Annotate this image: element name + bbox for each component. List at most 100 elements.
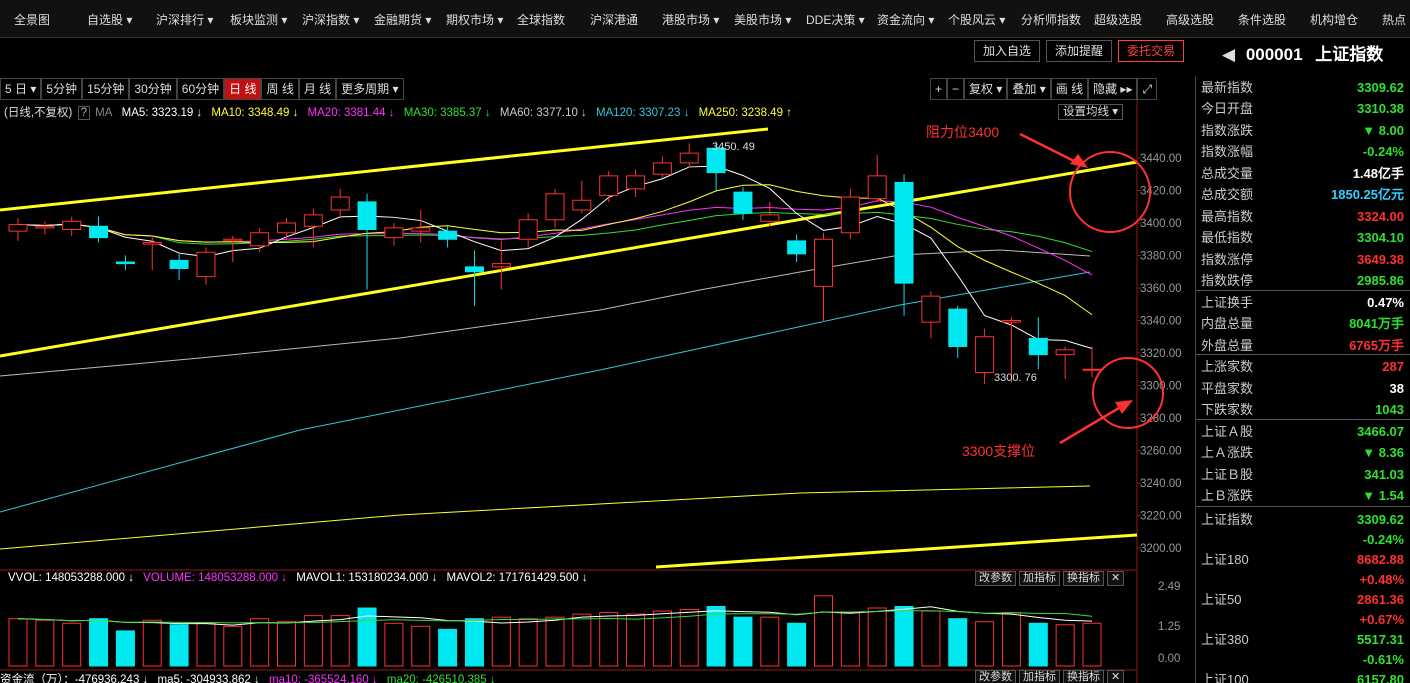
period-tab-7[interactable]: 月 线 bbox=[298, 78, 337, 100]
nav-item-8[interactable]: 沪深港通 bbox=[590, 11, 638, 28]
candle-body bbox=[464, 266, 484, 273]
index-row[interactable]: 上证100 6157.80 bbox=[1199, 669, 1404, 683]
flow-btns-btn-1[interactable]: 加指标 bbox=[1019, 670, 1060, 683]
volume-bar bbox=[1055, 624, 1075, 667]
flow-btns-btn-2[interactable]: 换指标 bbox=[1063, 670, 1104, 683]
nav-item-14[interactable]: 分析师指数 bbox=[1021, 11, 1081, 28]
chart-tool-4[interactable]: 画 线 bbox=[1050, 78, 1089, 100]
support-arrow bbox=[1059, 403, 1125, 445]
period-tab-1[interactable]: 5分钟 bbox=[41, 78, 83, 100]
quote-row: 总成交量 1.48亿手 bbox=[1199, 163, 1404, 184]
nav-item-2[interactable]: 沪深排行 ▾ bbox=[156, 11, 213, 28]
chart-tool-1[interactable]: − bbox=[947, 78, 965, 100]
volume-bar bbox=[545, 616, 565, 667]
flow-btns-btn-3[interactable]: ✕ bbox=[1107, 670, 1125, 683]
chart-tool-6[interactable]: ⤢ bbox=[1137, 78, 1158, 100]
add-alert-button[interactable]: 添加提醒 bbox=[1046, 40, 1113, 62]
volume-bar bbox=[384, 622, 404, 667]
period-tab-5[interactable]: 日 线 bbox=[224, 78, 262, 100]
price-tick-label: 3360.00 bbox=[1140, 283, 1182, 295]
quote-value: 287 bbox=[1382, 359, 1404, 374]
period-tab-3[interactable]: 30分钟 bbox=[129, 78, 177, 100]
candle-body bbox=[115, 261, 135, 265]
period-tab-6[interactable]: 周 线 bbox=[261, 78, 299, 100]
period-tab-8[interactable]: 更多周期 ▾ bbox=[336, 78, 404, 100]
volume-bar bbox=[626, 613, 646, 667]
flow-label: 资金流（万）：-476936.243 ↓ bbox=[0, 674, 149, 683]
quote-panel: 最新指数 3309.62 今日开盘 3310.38 指数涨跌 ▼ 8.00 指数涨幅 -0.2… bbox=[1195, 76, 1410, 683]
index-change: +0.48% bbox=[1359, 572, 1404, 587]
upper-trend-line bbox=[0, 127, 769, 212]
volume-bar bbox=[733, 616, 753, 667]
candle-body bbox=[223, 238, 243, 242]
vol-btns-btn-2[interactable]: 换指标 bbox=[1063, 571, 1104, 586]
back-arrow-icon[interactable]: ◀ bbox=[1222, 45, 1235, 64]
volume-legend: VVOL: 148053288.000 ↓ VOLUME: 148053288.… bbox=[8, 572, 594, 584]
quote-row: 内盘总量 8041万手 bbox=[1199, 313, 1404, 334]
chart-tool-0[interactable]: + bbox=[930, 78, 948, 100]
panel-divider bbox=[1196, 354, 1410, 355]
nav-item-18[interactable]: 机构增仓 bbox=[1310, 11, 1358, 28]
volume-tick-label: 0.00 bbox=[1158, 653, 1180, 665]
flow-ma5-label: ma5: -304933.862 ↓ bbox=[157, 674, 260, 683]
volume-tick-label: 2.49 bbox=[1158, 581, 1180, 593]
nav-item-4[interactable]: 沪深指数 ▾ bbox=[302, 11, 359, 28]
index-row[interactable]: 上证50 2861.36 bbox=[1199, 589, 1404, 610]
period-tab-0[interactable]: 5 日 ▾ bbox=[0, 78, 42, 100]
quote-label: 指数涨停 bbox=[1201, 252, 1254, 267]
candle-body bbox=[975, 336, 995, 373]
nav-item-0[interactable]: 全景图 bbox=[14, 11, 50, 28]
volume-bar bbox=[894, 605, 914, 667]
nav-item-3[interactable]: 板块监测 ▾ bbox=[230, 11, 287, 28]
nav-item-13[interactable]: 个股风云 ▾ bbox=[948, 11, 1005, 28]
nav-item-7[interactable]: 全球指数 bbox=[517, 11, 565, 28]
chart-tool-3[interactable]: 叠加 ▾ bbox=[1007, 78, 1051, 100]
index-name: 上证50 bbox=[1201, 592, 1242, 607]
volume-bar bbox=[464, 618, 484, 667]
chart-tool-2[interactable]: 复权 ▾ bbox=[964, 78, 1008, 100]
capital-flow-legend: 资金流（万）：-476936.243 ↓ ma5: -304933.862 ↓ … bbox=[0, 671, 502, 683]
nav-item-16[interactable]: 高级选股 bbox=[1166, 11, 1214, 28]
vol-btns-btn-1[interactable]: 加指标 bbox=[1019, 571, 1060, 586]
quote-label: 总成交量 bbox=[1201, 166, 1254, 181]
ma250-line bbox=[0, 485, 1091, 550]
volume-bar bbox=[787, 622, 807, 667]
nav-item-17[interactable]: 条件选股 bbox=[1238, 11, 1286, 28]
volume-bar bbox=[330, 615, 350, 667]
quote-value: -0.24% bbox=[1362, 144, 1404, 159]
nav-item-11[interactable]: DDE决策 ▾ bbox=[806, 11, 865, 28]
quote-label: 上证Ａ股 bbox=[1201, 424, 1254, 439]
volume-bar bbox=[411, 625, 431, 667]
trade-button[interactable]: 委托交易 bbox=[1118, 40, 1185, 62]
chart-tool-5[interactable]: 隐藏 ▸▸ bbox=[1088, 78, 1138, 100]
index-row[interactable]: 上证180 8682.88 bbox=[1199, 549, 1404, 570]
nav-item-9[interactable]: 港股市场 ▾ bbox=[662, 11, 719, 28]
quote-label: 上Ａ涨跌 bbox=[1201, 445, 1254, 460]
nav-item-6[interactable]: 期权市场 ▾ bbox=[446, 11, 503, 28]
nav-item-19[interactable]: 热点 bbox=[1382, 11, 1406, 28]
index-name: 上证100 bbox=[1201, 672, 1249, 683]
flow-btns-btn-0[interactable]: 改参数 bbox=[975, 670, 1016, 683]
period-tab-4[interactable]: 60分钟 bbox=[176, 78, 225, 100]
nav-item-1[interactable]: 自选股 ▾ bbox=[87, 11, 132, 28]
index-change: -0.24% bbox=[1362, 532, 1404, 547]
period-tab-2[interactable]: 15分钟 bbox=[82, 78, 130, 100]
nav-item-12[interactable]: 资金流向 ▾ bbox=[877, 11, 934, 28]
nav-item-15[interactable]: 超级选股 bbox=[1094, 11, 1142, 28]
index-row[interactable]: 上证指数 3309.62 bbox=[1199, 509, 1404, 530]
volume-bar bbox=[35, 619, 55, 667]
quote-value: 8041万手 bbox=[1349, 316, 1404, 331]
candle-body bbox=[814, 238, 833, 287]
index-row[interactable]: 上证380 5517.31 bbox=[1199, 629, 1404, 650]
volume-bar bbox=[760, 616, 780, 667]
price-tick-label: 3200.00 bbox=[1140, 543, 1182, 555]
add-watchlist-button[interactable]: 加入自选 bbox=[974, 40, 1041, 62]
vol-btns-btn-3[interactable]: ✕ bbox=[1107, 571, 1125, 586]
volume-label: VOLUME: 148053288.000 ↓ bbox=[143, 572, 288, 584]
candle-body bbox=[169, 259, 189, 269]
vol-btns-btn-0[interactable]: 改参数 bbox=[975, 571, 1016, 586]
nav-item-10[interactable]: 美股市场 ▾ bbox=[734, 11, 791, 28]
kline-chart[interactable]: 3440.00 3420.00 3400.00 3380.00 3360.00 3340.… bbox=[0, 100, 1195, 683]
nav-item-5[interactable]: 金融期货 ▾ bbox=[374, 11, 431, 28]
quote-value: 3310.38 bbox=[1357, 101, 1404, 116]
